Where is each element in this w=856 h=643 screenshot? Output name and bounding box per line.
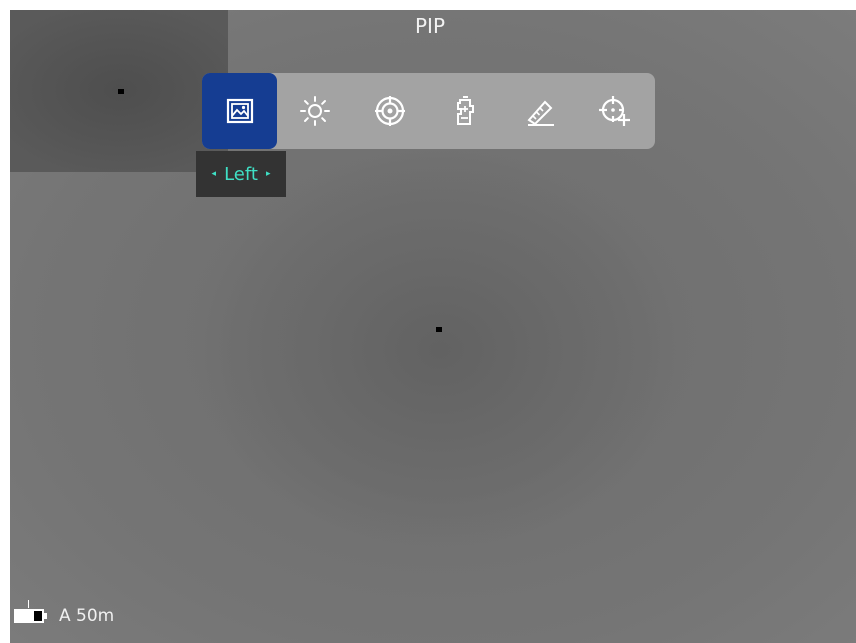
range-readout: A 50m <box>59 606 115 626</box>
left-arrow-icon[interactable]: ◂ <box>212 169 217 179</box>
rifle-zero-icon <box>456 96 474 125</box>
tool-zeroing[interactable] <box>427 73 502 149</box>
crosshair-target-icon <box>374 96 405 126</box>
tool-reticle[interactable] <box>352 73 427 149</box>
pip-window <box>10 10 228 172</box>
tool-brightness[interactable] <box>277 73 352 149</box>
mode-title: PIP <box>414 14 446 38</box>
tool-ranging[interactable] <box>502 73 577 149</box>
sun-icon <box>299 96 330 126</box>
pip-center-dot <box>118 89 124 94</box>
tool-add-reticle[interactable] <box>577 73 652 149</box>
option-value: Left <box>224 163 258 185</box>
battery-fill <box>16 611 35 621</box>
tool-image-mode[interactable] <box>202 73 277 149</box>
right-arrow-icon[interactable]: ▸ <box>266 169 271 179</box>
battery-tip <box>44 613 47 619</box>
status-bar: A 50m <box>14 606 114 626</box>
center-aim-dot <box>436 327 442 332</box>
crosshair-plus-icon <box>598 96 630 126</box>
battery-icon <box>14 609 44 623</box>
quick-menu-toolbar <box>202 73 655 149</box>
picture-icon <box>226 98 253 124</box>
option-tooltip[interactable]: ◂ Left ▸ <box>196 151 286 197</box>
ruler-pencil-icon <box>526 100 554 126</box>
